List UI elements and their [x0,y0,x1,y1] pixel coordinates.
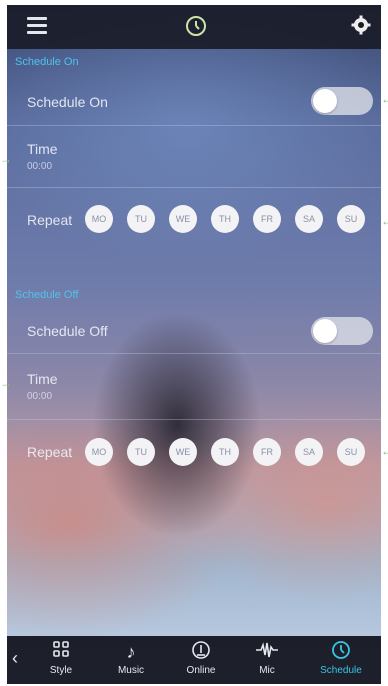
music-note-icon: ♪ [126,642,136,662]
online-icon [171,640,231,664]
divider [7,125,381,126]
divider [7,187,381,188]
grid-icon [31,640,91,664]
time-value: 00:00 [27,391,53,402]
schedule-on-days: MO TU WE TH FR SA SU [85,205,375,233]
day-button-su[interactable]: SU [337,205,365,233]
app-screen: Schedule On Schedule On Time 00:00 Repea… [7,5,381,684]
mic-icon [237,640,297,664]
annotation-arrow-icon: ← [381,92,388,106]
schedule-on-time-row[interactable]: Time 00:00 [7,129,381,185]
schedule-off-time-row[interactable]: Time 00:00 [7,359,381,415]
nav-item-style[interactable]: Style [31,640,91,684]
time-label: Time [27,141,58,157]
top-bar [7,5,381,49]
chevron-left-icon[interactable]: ‹ [12,648,18,669]
toggle-knob [313,89,337,113]
gear-icon[interactable] [351,15,371,39]
divider [7,353,381,354]
schedule-on-label: Schedule On [27,94,108,110]
nav-label: Music [117,665,145,676]
schedule-off-section-title: Schedule Off [15,289,79,301]
annotation-arrow-icon: → [0,376,12,390]
nav-label: Style [49,665,73,676]
day-button-su[interactable]: SU [337,438,365,466]
nav-item-music[interactable]: ♪ Music [101,640,161,684]
day-button-mo[interactable]: MO [85,205,113,233]
day-button-we[interactable]: WE [169,205,197,233]
schedule-on-toggle[interactable] [311,87,373,115]
repeat-label: Repeat [27,444,73,460]
schedule-on-row: Schedule On [7,81,381,125]
day-button-we[interactable]: WE [169,438,197,466]
clock-icon [311,640,371,664]
day-button-tu[interactable]: TU [127,205,155,233]
day-button-th[interactable]: TH [211,438,239,466]
day-button-fr[interactable]: FR [253,438,281,466]
repeat-label: Repeat [27,212,73,228]
menu-icon[interactable] [27,17,47,38]
bottom-nav: ‹ Style ♪ Music Online Mic Schedule [7,636,381,684]
time-label: Time [27,371,58,387]
nav-item-online[interactable]: Online [171,640,231,684]
day-button-sa[interactable]: SA [295,205,323,233]
day-button-th[interactable]: TH [211,205,239,233]
schedule-off-label: Schedule Off [27,323,108,339]
annotation-arrow-icon: ← [381,214,388,228]
schedule-on-repeat-row: Repeat MO TU WE TH FR SA SU [7,201,381,241]
schedule-on-section-title: Schedule On [15,56,79,68]
clock-icon[interactable] [185,15,207,41]
time-value: 00:00 [27,161,53,172]
divider [7,419,381,420]
schedule-off-toggle[interactable] [311,317,373,345]
annotation-arrow-icon: → [0,152,12,166]
nav-item-mic[interactable]: Mic [237,640,297,684]
schedule-off-row: Schedule Off [7,309,381,353]
schedule-off-repeat-row: Repeat MO TU WE TH FR SA SU [7,433,381,473]
annotation-arrow-icon: ← [381,444,388,458]
toggle-knob [313,319,337,343]
nav-label: Online [186,665,216,676]
nav-label: Schedule [320,665,362,676]
day-button-tu[interactable]: TU [127,438,155,466]
day-button-fr[interactable]: FR [253,205,281,233]
nav-item-schedule[interactable]: Schedule [311,640,371,684]
day-button-sa[interactable]: SA [295,438,323,466]
day-button-mo[interactable]: MO [85,438,113,466]
nav-label: Mic [259,665,275,676]
schedule-off-days: MO TU WE TH FR SA SU [85,438,375,466]
